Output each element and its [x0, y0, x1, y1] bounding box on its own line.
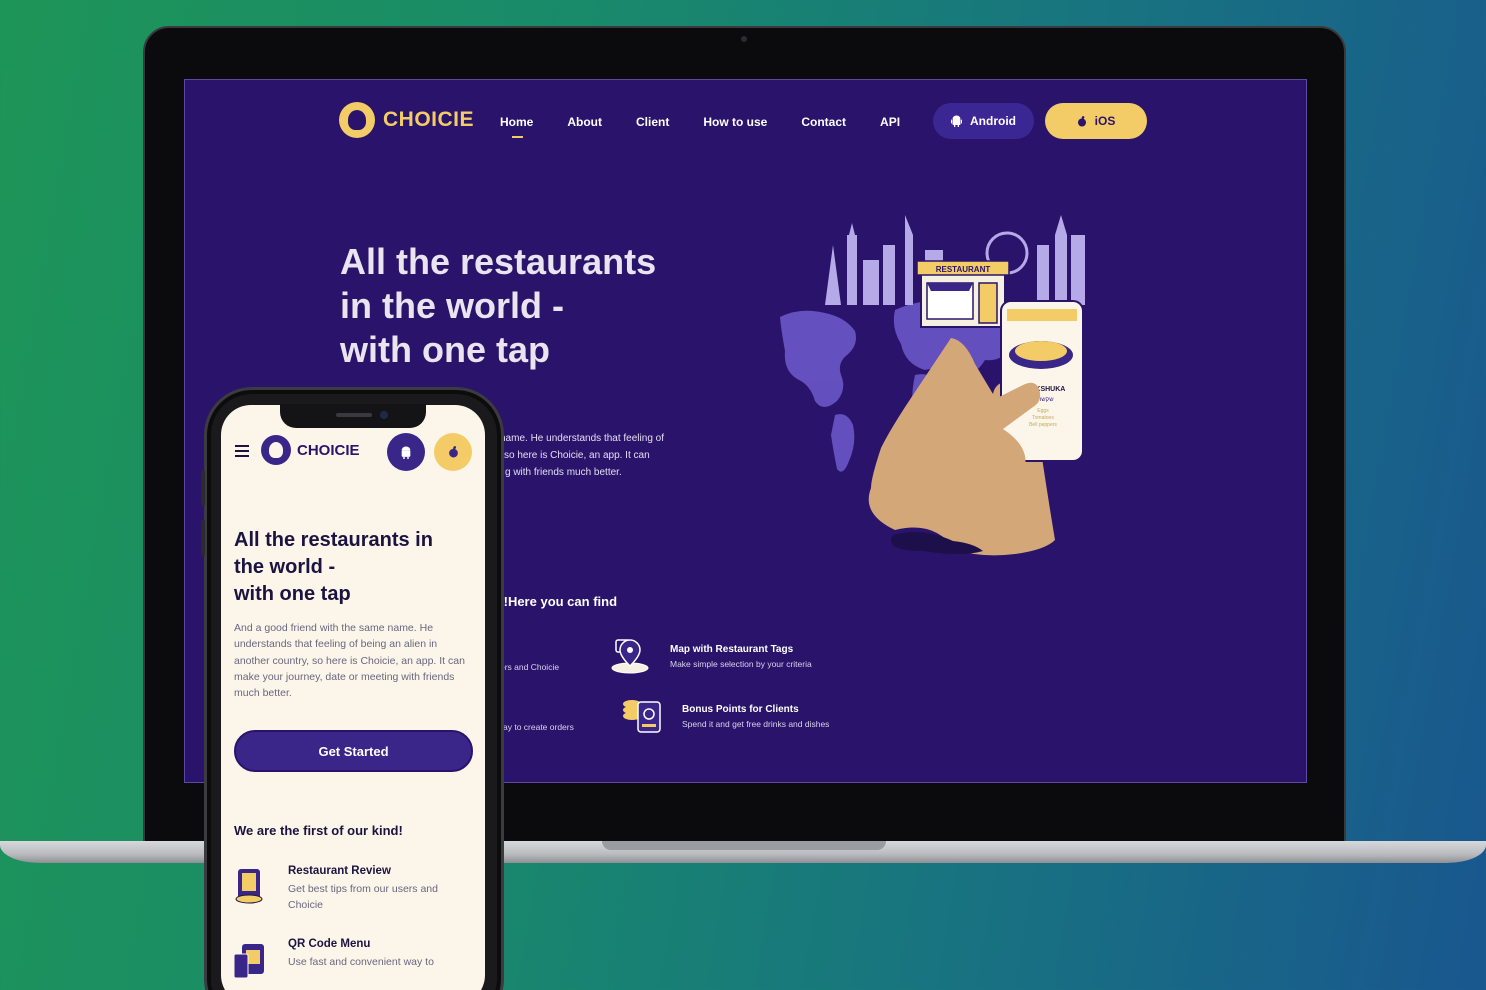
laptop-camera — [741, 36, 747, 42]
nav-api[interactable]: API — [880, 115, 900, 129]
apple-icon — [1077, 115, 1086, 126]
desktop-logo-text: CHOICIE — [383, 108, 475, 131]
nav-client[interactable]: Client — [636, 115, 669, 129]
android-icon — [401, 446, 411, 459]
map-pin-icon — [611, 639, 649, 674]
qr-menu-icon — [234, 944, 264, 978]
mobile-logo-text: CHOICIE — [297, 441, 360, 459]
hero-title-line: All the restaurants in — [234, 529, 433, 551]
ios-label: iOS — [1094, 114, 1116, 128]
laptop-base-notch — [602, 841, 886, 850]
phone-camera — [380, 411, 388, 419]
android-button[interactable]: Android — [933, 103, 1034, 139]
desktop-logo[interactable]: CHOICIE — [339, 102, 474, 138]
mobile-feature-review: Restaurant Review Get best tips from our… — [234, 865, 458, 913]
mobile-hero-title: All the restaurants in the world - with … — [234, 527, 469, 608]
restaurant-sign-text: RESTAURANT — [936, 265, 991, 274]
nav-home[interactable]: Home — [500, 115, 533, 138]
alien-logo-icon — [339, 102, 375, 138]
feature-desc: Make simple selection by your criteria — [670, 658, 812, 669]
desktop-nav: Home About Client How to use Contact API — [500, 115, 934, 138]
hero-illustration: RESTAURANT SHAKSHUKA שקשוקה Eggs Tomatoe… — [780, 215, 1085, 556]
ingredient-text: Eggs — [1037, 408, 1049, 414]
feature-review: ers and Choicie — [500, 658, 559, 672]
android-icon — [951, 115, 962, 127]
feature-title: Restaurant Review — [288, 865, 391, 877]
feature-qr: ay to create orders — [503, 718, 574, 732]
alien-logo-icon — [261, 435, 291, 465]
feature-map: Map with Restaurant Tags Make simple sel… — [610, 636, 812, 676]
android-label: Android — [970, 114, 1016, 128]
mobile-feature-qr: QR Code Menu Use fast and convenient way… — [234, 938, 458, 978]
phone-speaker — [336, 413, 372, 417]
hero-title-line: All the restaurants — [340, 241, 657, 282]
desktop-hero-title: All the restaurants in the world - with … — [340, 240, 720, 372]
get-started-button[interactable]: Get Started — [234, 730, 473, 772]
review-icon — [235, 869, 263, 904]
feature-desc: ers and Choicie — [500, 662, 560, 672]
mobile-ios-button[interactable] — [434, 433, 472, 471]
ingredient-text: Tomatoes — [1032, 415, 1054, 421]
feature-desc: Use fast and convenient way to — [288, 956, 434, 968]
mobile-screen: CHOICIE All the restaurants in the world… — [221, 405, 485, 990]
restaurant-building-icon: RESTAURANT — [916, 260, 1010, 328]
hamburger-menu-icon[interactable] — [235, 445, 249, 460]
hero-text-line: name. He understands that feeling of — [500, 433, 664, 444]
coins-icon — [623, 700, 661, 733]
phone-side-button — [201, 520, 205, 556]
ingredient-text: Bell peppers — [1029, 422, 1057, 428]
ios-button[interactable]: iOS — [1045, 103, 1147, 139]
feature-title: Bonus Points for Clients — [682, 703, 799, 715]
feature-desc: Spend it and get free drinks and dishes — [682, 718, 830, 729]
hero-title-line: with one tap — [340, 329, 550, 370]
mobile-hero-text: And a good friend with the same name. He… — [234, 622, 465, 700]
mobile-android-button[interactable] — [387, 433, 425, 471]
mobile-logo[interactable]: CHOICIE — [261, 435, 360, 465]
hero-text-line: so here is Choicie, an app. It can — [504, 450, 650, 461]
hero-title-line: the world - — [234, 556, 336, 578]
hero-text-line: g with friends much better. — [505, 467, 622, 478]
feature-desc: Get best tips from our users and Choicie — [288, 883, 438, 911]
apple-icon — [448, 446, 458, 458]
mobile-section-title: We are the first of our kind! — [234, 823, 403, 838]
nav-how-to-use[interactable]: How to use — [703, 115, 767, 129]
phone-side-button — [201, 470, 205, 506]
feature-desc: ay to create orders — [503, 722, 574, 732]
nav-contact[interactable]: Contact — [801, 115, 846, 129]
desktop-section-title: l!Here you can find — [500, 594, 618, 609]
feature-title: QR Code Menu — [288, 938, 371, 950]
hero-title-line: with one tap — [234, 583, 351, 605]
nav-about[interactable]: About — [567, 115, 602, 129]
feature-bonus: Bonus Points for Clients Spend it and ge… — [622, 696, 829, 736]
feature-title: Map with Restaurant Tags — [670, 643, 794, 655]
hero-title-line: in the world - — [340, 285, 564, 326]
